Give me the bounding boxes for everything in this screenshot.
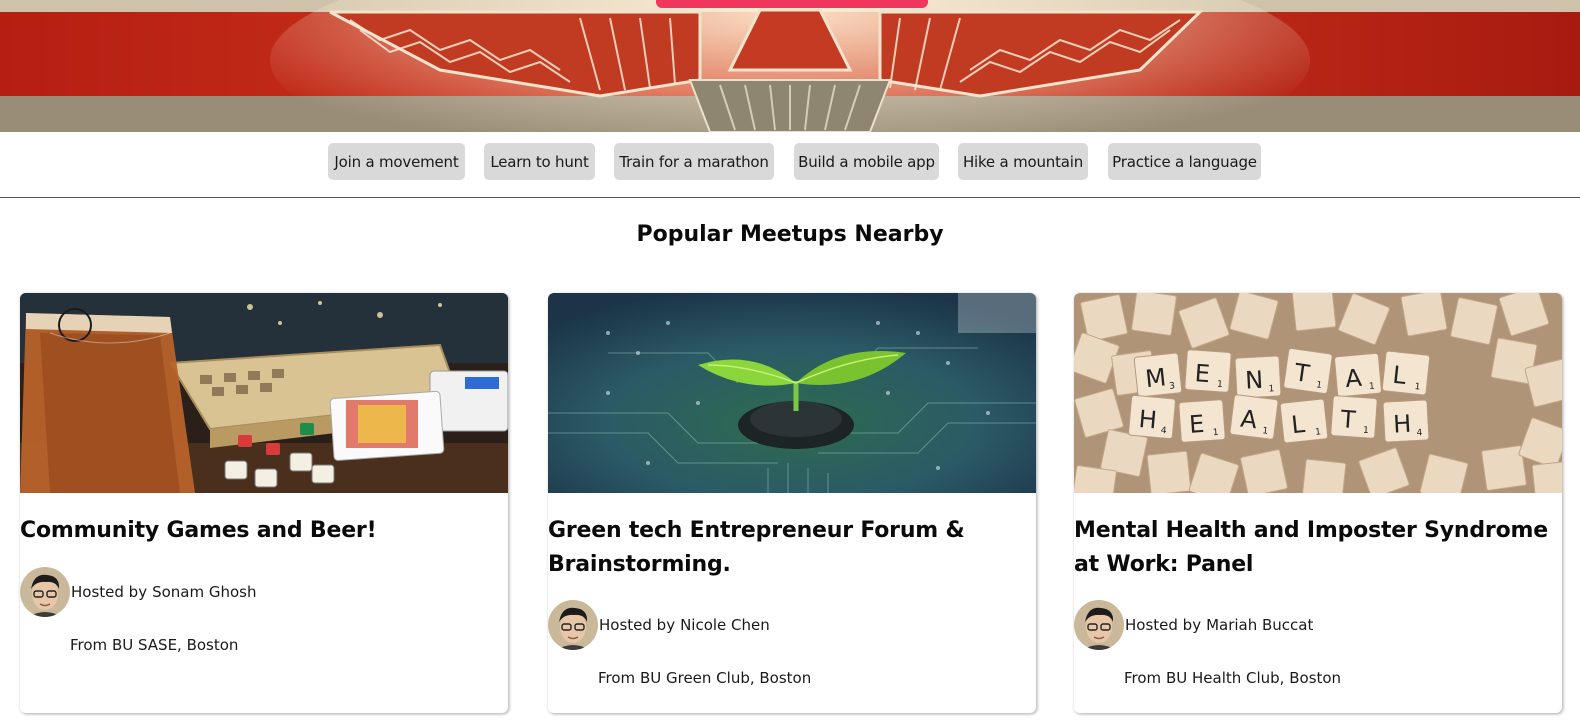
svg-text:4: 4 <box>1416 428 1423 438</box>
svg-text:1: 1 <box>1213 428 1219 438</box>
chip-hike-a-mountain[interactable]: Hike a mountain <box>958 143 1088 180</box>
chip-learn-to-hunt[interactable]: Learn to hunt <box>484 143 595 180</box>
sprout-on-circuit-board-photo <box>548 293 1036 493</box>
organization-name: BU Green Club, Boston <box>639 669 812 687</box>
host-avatar <box>548 600 598 650</box>
svg-text:E: E <box>1194 359 1211 388</box>
host-label: Hosted by <box>1125 616 1202 634</box>
host-name: Sonam Ghosh <box>152 583 257 601</box>
svg-text:1: 1 <box>1217 380 1223 390</box>
organization-line: From BU SASE, Boston <box>70 636 238 654</box>
svg-text:M: M <box>1144 363 1168 393</box>
host-row: Hosted by Mariah Buccat <box>1074 599 1562 651</box>
chip-practice-a-language[interactable]: Practice a language <box>1108 143 1261 180</box>
card-image <box>20 293 508 493</box>
meetup-card-community-games[interactable]: Community Games and Beer! Hosted by Sonam… <box>20 293 508 713</box>
hero-cta-button[interactable] <box>656 0 928 8</box>
scrabble-tile: N1 <box>1234 355 1282 399</box>
scrabble-tile: L1 <box>1381 350 1431 396</box>
host-label: Hosted by <box>71 583 148 601</box>
from-label: From <box>1124 669 1162 687</box>
svg-text:3: 3 <box>1169 381 1176 392</box>
host-avatar <box>20 567 70 617</box>
scrabble-tile: T1 <box>1330 395 1378 439</box>
eagle-banner-image <box>0 0 1580 132</box>
meetup-card-mental-health[interactable]: M3E1N1T1A1L1H4E1A1L1T1H4 Mental Health a… <box>1074 293 1562 713</box>
svg-text:1: 1 <box>1268 384 1274 394</box>
svg-text:T: T <box>1339 405 1357 434</box>
svg-text:A: A <box>1344 364 1363 393</box>
svg-text:H: H <box>1392 410 1411 439</box>
card-image <box>548 293 1036 493</box>
section-title: Popular Meetups Nearby <box>636 222 944 247</box>
card-title[interactable]: Community Games and Beer! <box>20 514 508 548</box>
svg-text:H: H <box>1138 405 1158 434</box>
scrabble-tile: A1 <box>1229 394 1279 440</box>
svg-text:4: 4 <box>1160 426 1167 436</box>
scrabble-tile: T1 <box>1283 348 1333 394</box>
organization-name: BU SASE, Boston <box>111 636 239 654</box>
svg-text:1: 1 <box>1315 427 1322 438</box>
svg-text:1: 1 <box>1363 426 1369 436</box>
category-chip-bar: Join a movement Learn to hunt Train for … <box>0 132 1580 198</box>
scrabble-tile: M3 <box>1133 352 1183 398</box>
svg-text:1: 1 <box>1369 382 1376 392</box>
chip-join-a-movement[interactable]: Join a movement <box>328 143 465 180</box>
card-title[interactable]: Mental Health and Imposter Syndrome at W… <box>1074 514 1562 582</box>
scrabble-tile: A1 <box>1334 352 1382 398</box>
chip-train-for-a-marathon[interactable]: Train for a marathon <box>614 143 774 180</box>
organization-line: From BU Health Club, Boston <box>1124 669 1341 687</box>
scrabble-tile: E1 <box>1184 349 1232 393</box>
scrabble-mental-health-photo: M 3 E 1 N 1T 1 A 1 L 1H 4 E 1 A 1 L 1 T 1 H 4 <box>1074 293 1562 493</box>
meetup-card-green-tech[interactable]: Green tech Entrepreneur Forum & Brainsto… <box>548 293 1036 713</box>
chip-build-a-mobile-app[interactable]: Build a mobile app <box>794 143 939 180</box>
hero-banner <box>0 0 1580 132</box>
svg-text:1: 1 <box>1414 382 1421 393</box>
from-label: From <box>70 636 108 654</box>
scrabble-tile: H4 <box>1382 399 1430 443</box>
svg-text:1: 1 <box>1262 426 1269 437</box>
organization-line: From BU Green Club, Boston <box>598 669 811 687</box>
from-label: From <box>598 669 636 687</box>
host-row: Hosted by Sonam Ghosh <box>20 566 508 618</box>
svg-text:E: E <box>1188 410 1205 439</box>
host-label: Hosted by <box>599 616 676 634</box>
host-row: Hosted by Nicole Chen <box>548 599 1036 651</box>
card-title[interactable]: Green tech Entrepreneur Forum & Brainsto… <box>548 514 1036 582</box>
scrabble-tile: L1 <box>1279 398 1329 444</box>
host-name: Nicole Chen <box>680 616 770 634</box>
scrabble-tile: H4 <box>1128 394 1176 440</box>
card-image: M3E1N1T1A1L1H4E1A1L1T1H4 <box>1074 293 1562 493</box>
svg-text:N: N <box>1244 366 1263 395</box>
games-and-beer-photo <box>20 293 508 493</box>
organization-name: BU Health Club, Boston <box>1165 669 1342 687</box>
host-name: Mariah Buccat <box>1206 616 1314 634</box>
scrabble-tile: E1 <box>1178 399 1226 443</box>
host-avatar <box>1074 600 1124 650</box>
